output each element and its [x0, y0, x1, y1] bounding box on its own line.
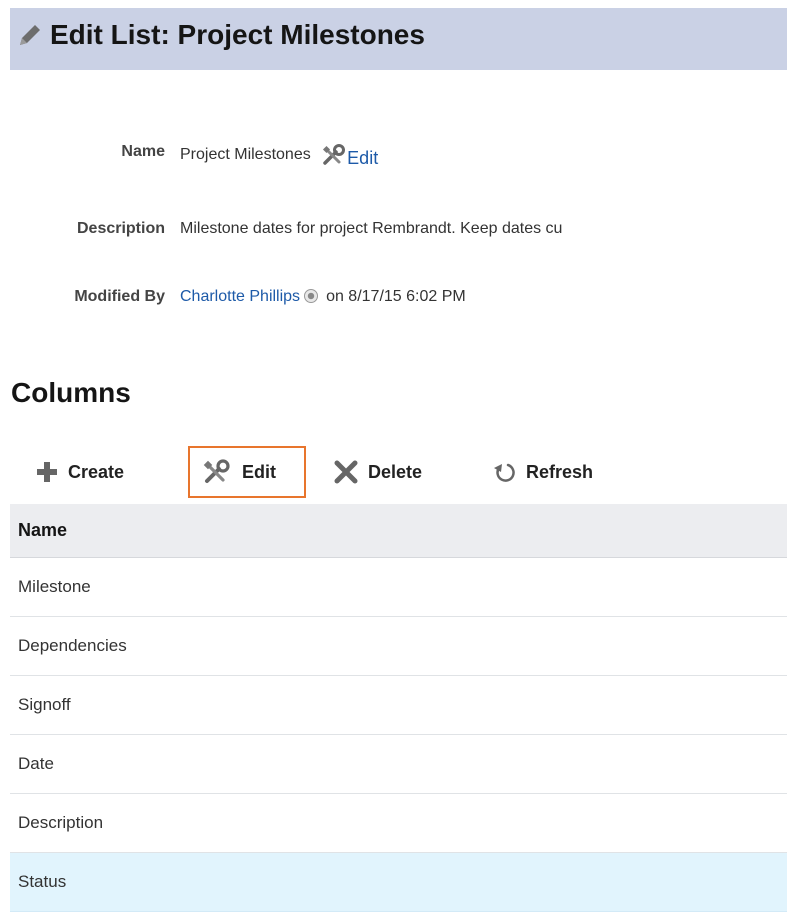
columns-toolbar: Create Edit Delete Refresh — [36, 446, 736, 500]
modified-by-label: Modified By — [74, 288, 165, 305]
presence-status-icon[interactable] — [304, 288, 319, 303]
table-header-name[interactable]: Name — [10, 504, 787, 558]
name-edit-button[interactable]: Edit — [321, 143, 378, 169]
delete-button[interactable]: Delete — [334, 446, 422, 498]
table-row[interactable]: Signoff — [10, 676, 787, 735]
pencil-icon — [20, 25, 40, 45]
refresh-button-label: Refresh — [526, 461, 594, 482]
wrench-screwdriver-icon — [203, 459, 230, 483]
delete-button-label: Delete — [368, 461, 423, 482]
wrench-screwdriver-icon — [323, 144, 346, 165]
edit-button[interactable]: Edit — [188, 446, 306, 498]
description-value: Milestone dates for project Rembrandt. K… — [180, 220, 563, 237]
modified-by-row: Charlotte Phillips on 8/17/15 6:02 PM — [180, 288, 466, 306]
name-label: Name — [121, 143, 165, 160]
columns-table: Name Milestone Dependencies Signoff Date… — [10, 504, 787, 912]
delete-x-icon — [334, 460, 358, 484]
table-row[interactable]: Date — [10, 735, 787, 794]
name-value-row: Project Milestones Edit — [180, 143, 378, 169]
table-row[interactable]: Milestone — [10, 558, 787, 617]
page-title: Edit List: Project Milestones — [50, 19, 425, 50]
page-header: Edit List: Project Milestones — [10, 8, 787, 70]
table-row[interactable]: Dependencies — [10, 617, 787, 676]
modified-by-user-link[interactable]: Charlotte Phillips — [180, 288, 300, 305]
refresh-button[interactable]: Refresh — [492, 446, 593, 498]
name-edit-link[interactable]: Edit — [347, 148, 378, 169]
create-button[interactable]: Create — [36, 446, 124, 498]
table-row-selected[interactable]: Status — [10, 853, 787, 912]
description-label: Description — [76, 220, 165, 237]
name-value: Project Milestones — [180, 146, 311, 164]
edit-button-label: Edit — [242, 461, 276, 482]
create-button-label: Create — [68, 461, 125, 482]
modified-date: on 8/17/15 6:02 PM — [326, 288, 466, 305]
table-row[interactable]: Description — [10, 794, 787, 853]
refresh-icon — [494, 463, 515, 482]
columns-section-title: Columns — [11, 377, 131, 408]
plus-icon — [37, 462, 57, 482]
